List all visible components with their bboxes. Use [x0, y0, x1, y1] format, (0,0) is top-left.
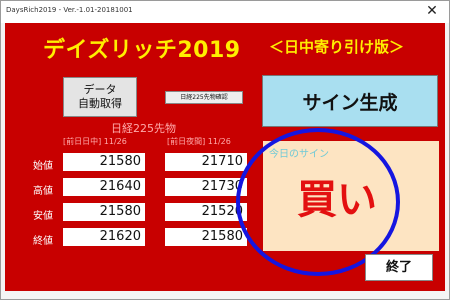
low-night-field[interactable]: 21520 — [165, 203, 247, 221]
auto-fetch-label-line1: データ — [83, 83, 117, 96]
app-title: デイズリッチ2019 — [43, 38, 241, 63]
high-night-field[interactable]: 21730 — [165, 178, 247, 196]
exit-button[interactable]: 終了 — [365, 254, 433, 281]
auto-fetch-button[interactable]: データ 自動取得 — [63, 77, 137, 117]
col-header-day: [前日日中] 11/26 — [63, 137, 127, 146]
auto-fetch-label-line2: 自動取得 — [78, 97, 122, 110]
high-day-field[interactable]: 21640 — [63, 178, 145, 196]
generate-sign-button[interactable]: サイン生成 — [262, 75, 438, 127]
low-day-field[interactable]: 21580 — [63, 203, 145, 221]
window-title: DaysRich2019 - Ver.-1.01-20181001 — [6, 6, 133, 14]
row-label-open: 始値 — [33, 161, 53, 172]
app-window: DaysRich2019 - Ver.-1.01-20181001 ✕ デイズリ… — [0, 0, 450, 300]
title-bar: DaysRich2019 - Ver.-1.01-20181001 ✕ — [1, 1, 449, 23]
col-header-night: [前日夜間] 11/26 — [167, 137, 231, 146]
close-button[interactable]: ✕ — [419, 3, 445, 20]
open-night-field[interactable]: 21710 — [165, 153, 247, 171]
futures-title: 日経225先物 — [111, 122, 176, 135]
row-label-low: 安値 — [33, 211, 53, 222]
main-panel: デイズリッチ2019 ＜日中寄り引け版＞ データ 自動取得 日経225先物確認 … — [5, 23, 445, 291]
close-day-field[interactable]: 21620 — [63, 228, 145, 246]
row-label-close: 終値 — [33, 236, 53, 247]
nikkei-check-button[interactable]: 日経225先物確認 — [165, 91, 243, 104]
open-day-field[interactable]: 21580 — [63, 153, 145, 171]
app-subtitle: ＜日中寄り引け版＞ — [269, 38, 405, 56]
close-night-field[interactable]: 21580 — [165, 228, 247, 246]
row-label-high: 高値 — [33, 186, 53, 197]
